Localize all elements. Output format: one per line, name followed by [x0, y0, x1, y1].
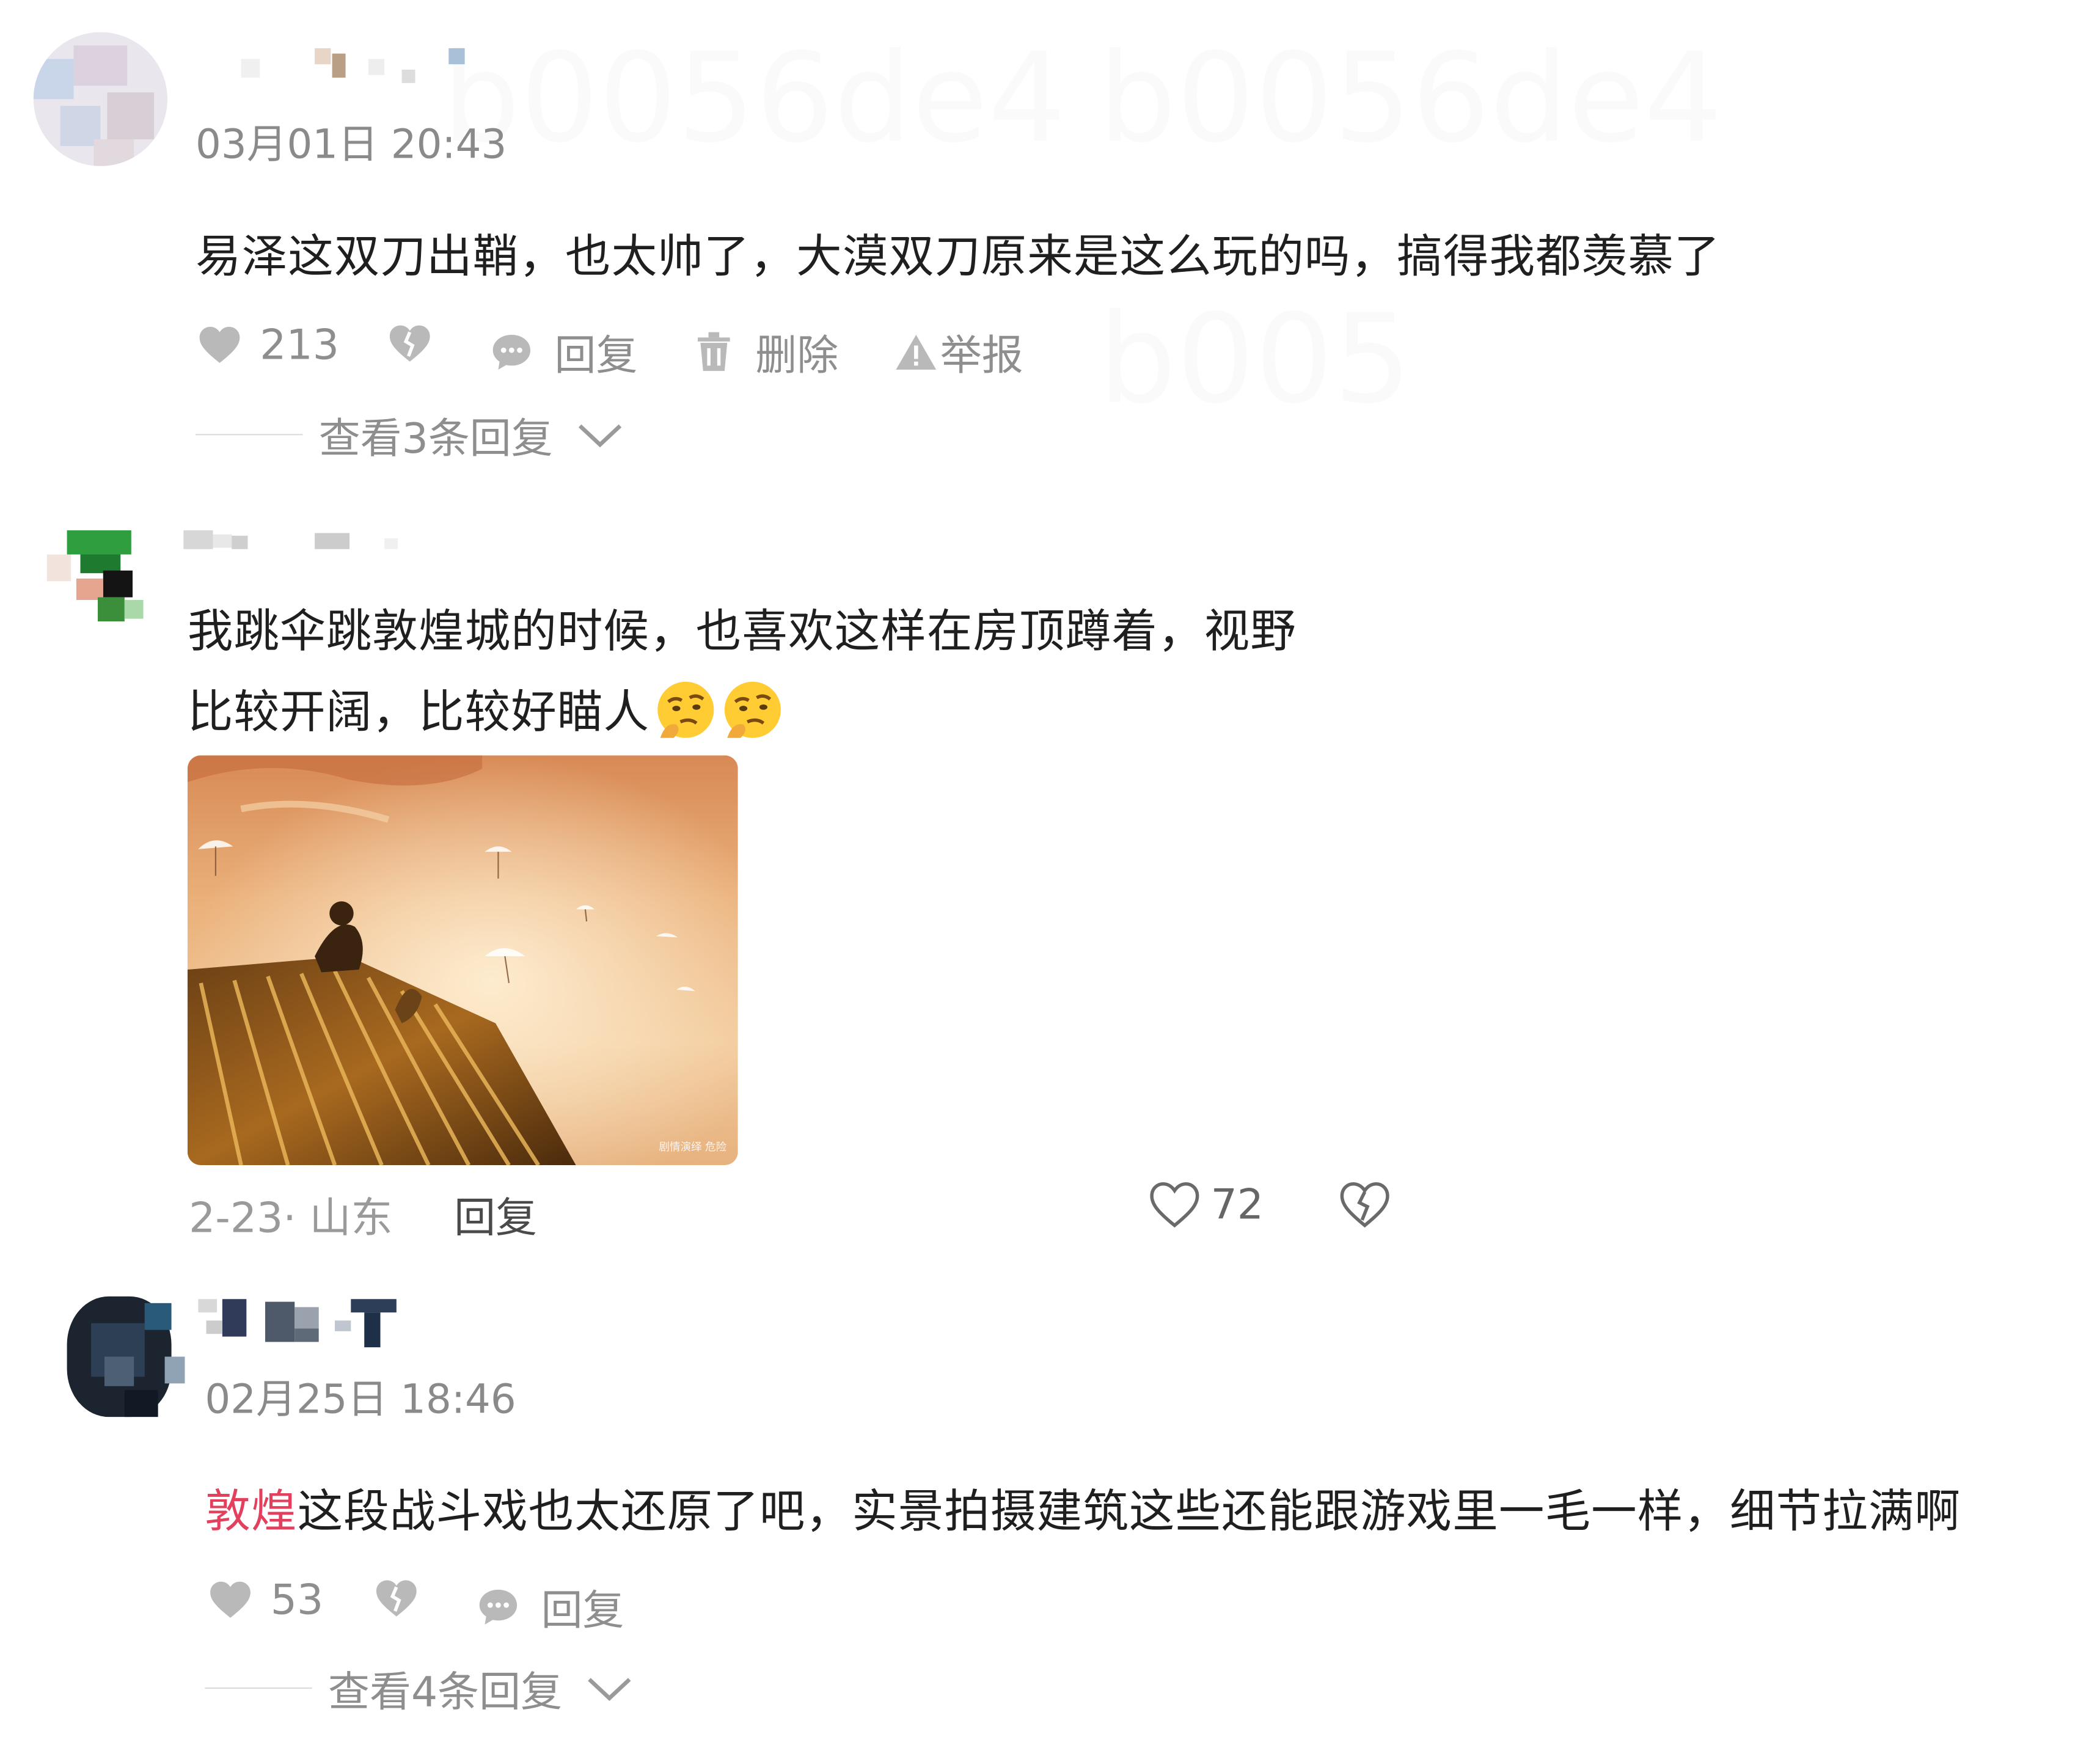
- thinking-emoji-icon: [657, 681, 714, 738]
- avatar[interactable]: [51, 1283, 185, 1428]
- username-blurred[interactable]: [198, 1299, 412, 1348]
- divider-line: [205, 1687, 312, 1689]
- dislike-button[interactable]: [375, 1579, 418, 1619]
- comment-feed: b0056de4 b0056de4 b005 03月01日 20:43 易泽这双…: [0, 0, 2100, 1748]
- comment-text: 我跳伞跳敦煌城的时候，也喜欢这样在房顶蹲着，视野: [187, 605, 1297, 659]
- image-caption: 剧情演绎 危险: [659, 1141, 726, 1154]
- broken-heart-icon: [376, 1580, 417, 1617]
- dislike-button[interactable]: [389, 324, 431, 364]
- game-screenshot-illustration: 剧情演绎 危险: [187, 755, 738, 1166]
- comment-text: 易泽这双刀出鞘，也太帅了，大漠双刀原来是这么玩的吗，搞得我都羡慕了: [196, 230, 1721, 284]
- heart-outline-icon: [1150, 1182, 1199, 1228]
- chat-bubble-icon: [479, 1589, 518, 1624]
- watermark-text: b0056de4: [1098, 27, 1722, 170]
- reply-button[interactable]: 回复: [454, 1184, 537, 1245]
- broken-heart-icon: [389, 325, 430, 362]
- like-count: 213: [260, 321, 339, 370]
- comment-image[interactable]: 剧情演绎 危险: [187, 755, 738, 1166]
- thinking-emoji-icon: [724, 681, 781, 738]
- watermark-text: b0056de4: [442, 27, 1066, 170]
- divider-line: [196, 433, 303, 436]
- chevron-down-icon: [587, 1677, 631, 1700]
- watermark-text: b005: [1098, 288, 1411, 431]
- heart-filled-icon: [199, 326, 240, 364]
- comment-meta: 2-23· 山东: [189, 1194, 393, 1243]
- comment-timestamp: 02月25日 18:46: [205, 1377, 516, 1424]
- view-replies-button[interactable]: 查看4条回复: [205, 1658, 632, 1719]
- dislike-button[interactable]: [1339, 1181, 1390, 1229]
- chevron-down-icon: [578, 423, 621, 447]
- comment-text: 比较开阔，比较好瞄人: [188, 675, 783, 741]
- username-blurred[interactable]: [183, 528, 411, 563]
- username-blurred[interactable]: [241, 48, 483, 83]
- delete-button[interactable]: 删除: [697, 321, 838, 382]
- reply-button[interactable]: 回复: [477, 1576, 624, 1637]
- comment-text: 敦煌这段战斗戏也太还原了吧，实景拍摄建筑这些还能跟游戏里一毛一样，细节拉满啊: [205, 1485, 1961, 1539]
- like-button[interactable]: 53: [209, 1576, 323, 1625]
- like-button[interactable]: 72: [1149, 1181, 1264, 1229]
- highlight-keyword-link[interactable]: 敦煌: [205, 1485, 297, 1539]
- trash-icon: [698, 331, 730, 371]
- view-replies-button[interactable]: 查看3条回复: [196, 404, 623, 465]
- broken-heart-outline-icon: [1340, 1182, 1389, 1228]
- like-button[interactable]: 213: [198, 321, 339, 370]
- report-button[interactable]: 举报: [895, 321, 1023, 382]
- reply-button[interactable]: 回复: [490, 321, 637, 382]
- comment-timestamp: 03月01日 20:43: [196, 122, 507, 169]
- like-count: 53: [270, 1576, 324, 1625]
- avatar[interactable]: [33, 32, 167, 166]
- heart-filled-icon: [210, 1581, 251, 1618]
- avatar[interactable]: [46, 514, 167, 635]
- warning-icon: [896, 334, 937, 369]
- chat-bubble-icon: [492, 334, 531, 369]
- like-count: 72: [1210, 1181, 1264, 1230]
